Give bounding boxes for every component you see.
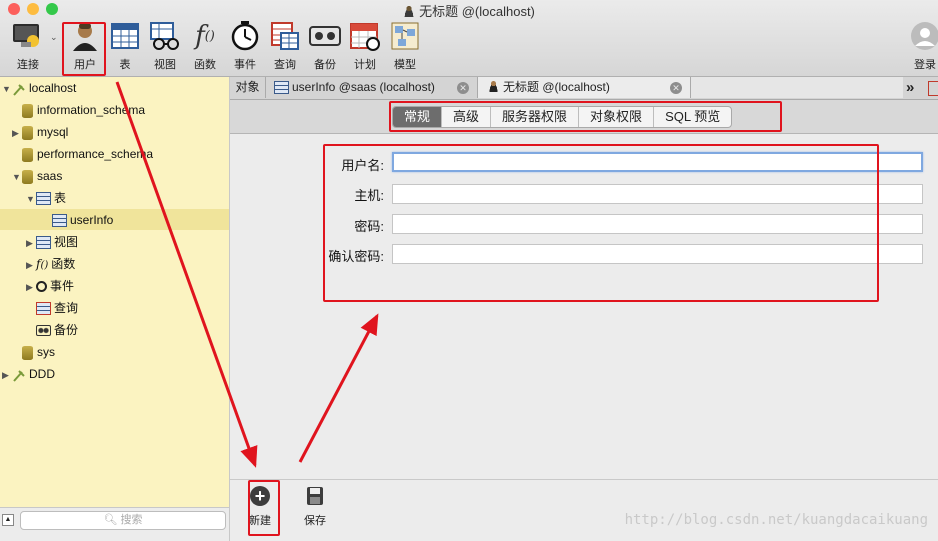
view-icon xyxy=(147,20,183,52)
toolbar-function[interactable]: f() 函数 xyxy=(183,20,227,72)
tree-item-backups[interactable]: 备份 xyxy=(26,319,78,341)
table-icon xyxy=(52,214,67,228)
toolbar-model[interactable]: 模型 xyxy=(383,20,427,72)
annotation-box-form xyxy=(323,144,879,302)
query-icon xyxy=(928,81,938,96)
connection-icon xyxy=(10,20,46,52)
tree-item-ddd[interactable]: ▶ DDD xyxy=(2,363,55,385)
tab-untitled-user[interactable]: 无标题 @(localhost) ✕ xyxy=(478,77,691,98)
backup-icon xyxy=(307,20,343,52)
query-icon xyxy=(36,302,51,316)
connection-icon xyxy=(12,368,26,382)
connection-icon xyxy=(12,82,26,96)
tree-item-views[interactable]: ▶ 视图 xyxy=(26,231,78,253)
tree-item-userinfo[interactable]: userInfo xyxy=(42,209,113,231)
save-icon xyxy=(306,486,324,506)
table-icon xyxy=(274,81,289,95)
disclosure-closed-icon[interactable]: ▶ xyxy=(26,276,36,298)
toolbar-event[interactable]: 事件 xyxy=(223,20,267,72)
tree-item-mysql[interactable]: ▶ mysql xyxy=(12,121,68,143)
tab-bar: 对象 userInfo @saas (localhost) ✕ 无标题 @(lo… xyxy=(230,77,938,100)
query-icon xyxy=(267,20,303,52)
toolbar-backup[interactable]: 备份 xyxy=(303,20,347,72)
user-icon xyxy=(403,5,416,17)
bottom-toolbar: + 新建 保存 xyxy=(230,479,938,541)
collapse-sidebar-icon[interactable]: ▲ xyxy=(2,514,14,526)
table-icon xyxy=(36,192,51,206)
search-input[interactable]: 🔍︎ 搜索 xyxy=(20,511,226,530)
tree-item-saas[interactable]: ▼ saas xyxy=(12,165,62,187)
user-icon xyxy=(488,80,499,92)
database-icon xyxy=(22,169,33,184)
toolbar-view[interactable]: 视图 xyxy=(143,20,187,72)
toolbar-schedule[interactable]: 计划 xyxy=(343,20,387,72)
object-tree: ▼ localhost information_schema ▶ mysql per… xyxy=(0,77,230,507)
model-icon xyxy=(387,20,423,52)
toolbar-login[interactable]: 登录 xyxy=(904,20,938,72)
watermark: http://blog.csdn.net/kuangdacaikuang xyxy=(624,512,928,528)
tab-empty-area xyxy=(691,77,903,98)
clock-icon xyxy=(227,20,263,52)
disclosure-open-icon[interactable]: ▼ xyxy=(26,188,36,210)
toolbar-connection[interactable]: 连接 xyxy=(6,20,50,72)
tree-item-sys[interactable]: sys xyxy=(12,341,55,363)
function-icon: f() xyxy=(195,21,215,51)
toolbar-table[interactable]: 表 xyxy=(103,20,147,72)
selected-row-highlight xyxy=(0,209,229,230)
database-icon xyxy=(22,125,33,140)
disclosure-open-icon[interactable]: ▼ xyxy=(12,166,22,188)
database-icon xyxy=(22,103,33,118)
tree-item-functions[interactable]: ▶ f() 函数 xyxy=(26,253,75,275)
chevron-down-icon[interactable]: ⌄ xyxy=(50,32,58,43)
window-title: 无标题 @(localhost) xyxy=(0,1,938,20)
disclosure-open-icon[interactable]: ▼ xyxy=(2,78,12,100)
search-icon: 🔍︎ xyxy=(103,514,118,526)
disclosure-closed-icon[interactable]: ▶ xyxy=(2,364,12,386)
annotation-box-new-button xyxy=(248,480,280,536)
database-icon xyxy=(22,345,33,360)
tree-item-performance-schema[interactable]: performance_schema xyxy=(12,143,153,165)
tree-item-tables[interactable]: ▼ 表 xyxy=(26,187,66,209)
annotation-box-user-button xyxy=(62,22,106,76)
avatar-icon xyxy=(907,20,938,52)
view-icon xyxy=(36,236,51,250)
save-button[interactable]: 保存 xyxy=(295,486,335,528)
disclosure-closed-icon[interactable]: ▶ xyxy=(26,232,36,254)
toolbar-query[interactable]: 查询 xyxy=(263,20,307,72)
disclosure-closed-icon[interactable]: ▶ xyxy=(12,122,22,144)
tab-objects[interactable]: 对象 xyxy=(230,77,266,98)
tree-item-events[interactable]: ▶ 事件 xyxy=(26,275,74,297)
window-toolbar: 无标题 @(localhost) 连接 ⌄ 用户 表 视图 f() 函数 事件 xyxy=(0,0,938,77)
schedule-icon xyxy=(347,20,383,52)
tree-item-localhost[interactable]: ▼ localhost xyxy=(2,77,76,99)
table-icon xyxy=(107,20,143,52)
user-form: 用户名: 主机: 密码: 确认密码: xyxy=(230,134,938,479)
close-tab-icon[interactable]: ✕ xyxy=(670,82,682,94)
database-icon xyxy=(22,147,33,162)
disclosure-closed-icon[interactable]: ▶ xyxy=(26,254,36,276)
tab-overflow-button[interactable]: » xyxy=(906,77,926,98)
tree-item-queries[interactable]: 查询 xyxy=(26,297,78,319)
annotation-box-segments xyxy=(389,101,782,132)
tab-userinfo[interactable]: userInfo @saas (localhost) ✕ xyxy=(266,77,478,98)
close-tab-icon[interactable]: ✕ xyxy=(457,82,469,94)
segment-bar: 常规 高级 服务器权限 对象权限 SQL 预览 xyxy=(230,100,938,134)
clock-icon xyxy=(36,281,47,293)
function-icon: f() xyxy=(36,257,49,271)
tree-item-information-schema[interactable]: information_schema xyxy=(12,99,145,121)
sidebar-footer: ▲ 🔍︎ 搜索 xyxy=(0,507,230,541)
backup-icon xyxy=(36,325,51,337)
